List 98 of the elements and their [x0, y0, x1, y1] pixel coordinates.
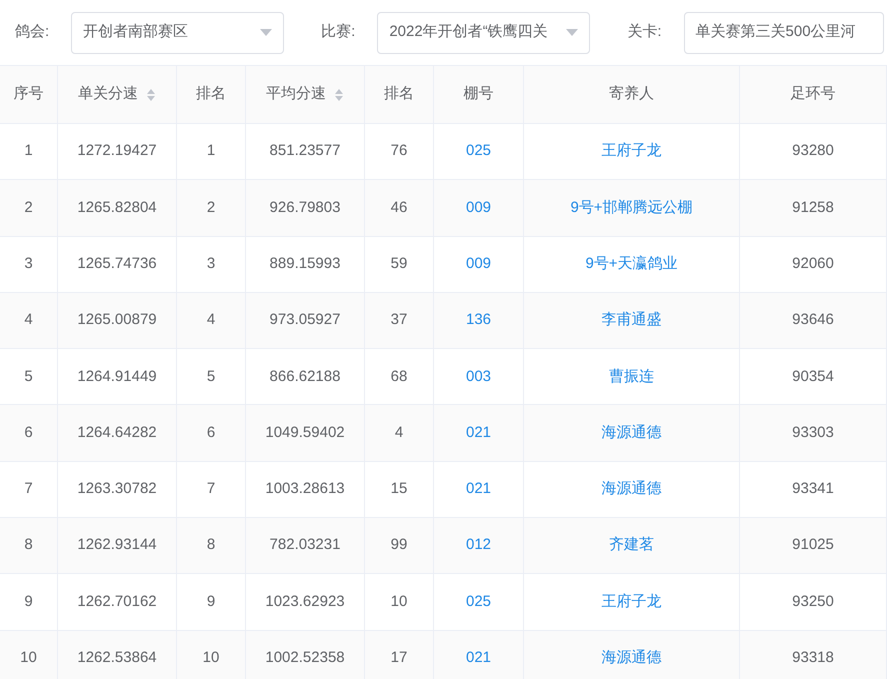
table-link[interactable]: 9号+邯郸腾远公棚	[570, 196, 693, 220]
table-cell-text: 91258	[792, 198, 834, 218]
column-header: 平均分速	[266, 84, 326, 104]
table-link[interactable]: 003	[466, 366, 492, 388]
table-cell-text: 1265.82804	[77, 198, 157, 218]
table-cell-text: 1262.70162	[77, 592, 157, 612]
table-cell-text: 9	[24, 592, 33, 612]
table-cell-text: 3	[206, 254, 216, 274]
sort-icon[interactable]	[334, 88, 344, 102]
table-link[interactable]: 海源通德	[602, 478, 662, 501]
table-cell-text: 1	[24, 141, 33, 162]
table-cell-text: 1003.28613	[265, 479, 345, 500]
table-cell-text: 9	[206, 592, 216, 612]
column-header: 序号	[14, 84, 44, 104]
table-cell-text: 59	[390, 254, 408, 274]
table-cell-text: 1262.53864	[77, 648, 157, 668]
table-link[interactable]: 021	[466, 647, 492, 670]
table-cell-text: 866.62188	[270, 366, 340, 387]
table-cell-text: 6	[24, 422, 33, 443]
table-cell-text: 76	[390, 141, 408, 162]
sort-icon[interactable]	[146, 88, 156, 102]
table-cell-text: 1	[206, 141, 216, 162]
table-link[interactable]: 025	[466, 590, 492, 614]
table-cell-text: 1023.62923	[265, 592, 345, 612]
table-link[interactable]: 曹振连	[609, 366, 654, 388]
table-cell-text: 1264.64282	[77, 422, 157, 443]
table-link[interactable]: 021	[466, 478, 492, 501]
table-cell-text: 1264.91449	[77, 366, 157, 387]
table-cell-text: 1049.59402	[265, 422, 345, 443]
select-field[interactable]: 开创者南部赛区	[71, 12, 284, 54]
table-cell-text: 7	[206, 479, 216, 500]
caret-icon	[260, 29, 272, 36]
column-header: 寄养人	[609, 84, 654, 104]
column-header: 单关分速	[78, 84, 138, 104]
table-cell-text: 1265.00879	[77, 310, 157, 330]
filter-label: 鸽会:	[15, 22, 50, 42]
table-cell-text: 4	[394, 422, 404, 443]
table-link[interactable]: 海源通德	[602, 422, 662, 444]
table-cell-text: 782.03231	[270, 535, 340, 556]
table-cell-text: 68	[390, 366, 408, 387]
table-cell-text: 3	[24, 254, 33, 274]
table-cell-text: 926.79803	[270, 198, 340, 218]
table-cell-text: 1272.19427	[77, 141, 157, 162]
table-cell-text: 93646	[792, 310, 834, 330]
table-cell-text: 6	[206, 422, 216, 443]
table-link[interactable]: 012	[466, 534, 492, 557]
table-cell-text: 37	[390, 310, 408, 330]
table-cell-text: 90354	[792, 366, 834, 387]
table-link[interactable]: 9号+天瀛鸽业	[585, 252, 678, 276]
table-link[interactable]: 009	[466, 252, 492, 276]
table-cell-text: 1265.74736	[77, 254, 157, 274]
table-link[interactable]: 136	[466, 309, 492, 332]
table-cell-text: 93250	[792, 592, 834, 612]
table-link[interactable]: 王府子龙	[602, 590, 662, 614]
table-cell-text: 10	[202, 648, 220, 668]
table-cell-text: 17	[390, 648, 408, 668]
table-cell-text: 889.15993	[270, 254, 340, 274]
table-cell-text: 46	[390, 198, 408, 218]
table-cell-text: 99	[390, 535, 408, 556]
table-cell-text: 1262.93144	[77, 535, 157, 556]
table-cell-text: 93318	[792, 648, 834, 668]
column-header: 棚号	[464, 84, 494, 104]
table-cell-text: 10	[390, 592, 408, 612]
column-header: 排名	[384, 84, 414, 104]
table-cell-text: 8	[206, 535, 216, 556]
select-field[interactable]: 2022年开创者“铁鹰四关	[377, 12, 590, 54]
table-cell-text: 10	[20, 648, 37, 668]
table-cell-text: 93303	[792, 422, 834, 443]
table-cell-text: 5	[206, 366, 216, 387]
table-cell-text: 92060	[792, 254, 834, 274]
table-cell-text: 93341	[792, 479, 834, 500]
table-cell-text: 15	[390, 479, 408, 500]
select-field[interactable]: 单关赛第三关500公里河	[684, 12, 884, 54]
table-link[interactable]: 齐建茗	[609, 534, 654, 557]
table-cell-text: 851.23577	[270, 141, 340, 162]
table-cell-text: 2	[24, 198, 33, 218]
table-cell-text: 4	[206, 310, 216, 330]
caret-icon	[566, 29, 578, 36]
table-cell-text: 91025	[792, 535, 834, 556]
table-cell-text: 2	[206, 198, 216, 218]
table-link[interactable]: 海源通德	[602, 647, 662, 670]
table-cell-text: 973.05927	[270, 310, 340, 330]
table-link[interactable]: 李甫通盛	[602, 309, 662, 332]
table-cell-text: 8	[24, 535, 33, 556]
table-cell-text: 5	[24, 366, 33, 387]
column-header: 排名	[196, 84, 226, 104]
table-cell-text: 4	[24, 310, 33, 330]
filter-label: 比赛:	[321, 22, 356, 42]
table-link[interactable]: 王府子龙	[602, 140, 662, 163]
table-link[interactable]: 009	[466, 196, 492, 220]
table-link[interactable]: 025	[466, 140, 492, 163]
table-link[interactable]: 021	[466, 422, 492, 444]
table-cell-text: 93280	[792, 141, 834, 162]
table-cell-text: 1263.30782	[77, 479, 157, 500]
column-header: 足环号	[790, 84, 836, 104]
table-cell-text: 7	[24, 479, 33, 500]
table-cell-text: 1002.52358	[265, 648, 345, 668]
filter-label: 关卡:	[627, 22, 662, 42]
